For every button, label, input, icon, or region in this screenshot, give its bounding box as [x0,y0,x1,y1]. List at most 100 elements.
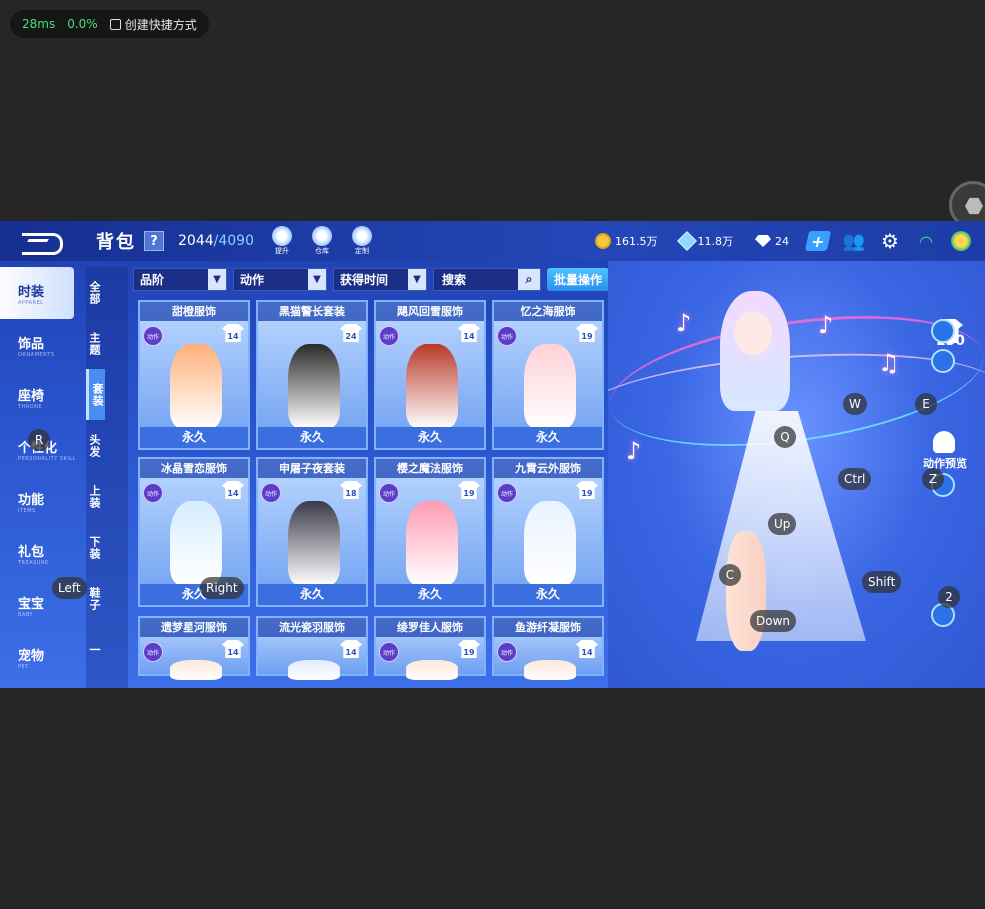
key-hint-q[interactable]: Q [774,426,796,448]
chevron-down-icon: ▼ [308,269,326,290]
capacity-max: /4090 [213,233,254,249]
create-shortcut-button[interactable]: 创建快捷方式 [109,16,197,33]
upgrade-button[interactable]: 提升 [270,226,294,256]
shirt-level-icon: 19 [576,324,598,342]
sidebar-item-items[interactable]: 功能 ITEMS [0,475,78,527]
key-hint-c[interactable]: C [719,564,741,586]
custom-label: 定制 [355,247,369,255]
shirt-level-icon: 24 [340,324,362,342]
tab-more[interactable]: 一 [86,624,102,675]
sidebar-item-throne[interactable]: 座椅 THRONE [0,371,78,423]
category-sidebar: 时装APPAREL 饰品ORNAMENTS 座椅THRONE 个性化PERSON… [0,267,78,688]
key-hint-ctrl[interactable]: Ctrl [838,468,872,490]
music-disc-icon[interactable] [931,349,955,373]
shirt-level-icon: 14 [458,324,480,342]
item-name: 冰晶雪恋服饰 [140,459,248,478]
tab-suit[interactable]: 套装 [86,369,105,420]
bag-capacity: 2044/4090 [178,233,254,249]
outfit-preview [524,660,576,680]
shirt-level-icon: 19 [458,640,480,658]
system-icons: + 👥 ⚙ ◠ [804,229,971,253]
game-logo[interactable] [22,229,70,255]
item-card[interactable]: 绫罗佳人服饰 动作 19 [374,616,486,680]
custom-button[interactable]: 定制 [350,226,374,256]
wifi-icon: ◠ [919,231,933,251]
key-hint-z[interactable]: Z [922,468,944,490]
item-card[interactable]: 樱之魔法服饰 动作 19 永久 [374,457,486,607]
friends-icon[interactable]: 👥 [843,231,865,252]
action-badge: 动作 [379,326,399,346]
shirt-level-icon: 14 [222,640,244,658]
key-hint-down[interactable]: Down [750,610,797,632]
time-select[interactable]: 获得时间 ▼ [333,268,427,291]
help-button[interactable]: ? [144,231,164,251]
key-hint-shift[interactable]: Shift [862,571,902,593]
key-hint-r[interactable]: R [28,429,50,451]
item-card[interactable]: 忆之海服饰 动作 19 永久 [492,300,604,450]
sidebar-item-pet[interactable]: 宠物 PET [0,631,78,683]
item-card[interactable]: 流光瓷羽服饰 14 [256,616,368,680]
warehouse-button[interactable]: 仓库 [310,226,334,256]
pose-preview-icon[interactable] [933,431,955,453]
key-hint-left[interactable]: Left [52,577,87,599]
key-hint-e[interactable]: E [915,393,937,415]
batch-operation-button[interactable]: 批量操作 [547,268,610,291]
sidebar-item-apparel[interactable]: 时装 APPAREL [0,267,74,319]
key-hint-right[interactable]: Right [200,577,244,599]
tickets-display[interactable]: 11.8万 [676,231,733,251]
tab-bottom[interactable]: 下装 [86,522,102,573]
sidebar-item-treasure[interactable]: 礼包 TREASURE [0,527,78,579]
world-icon[interactable] [951,231,971,251]
item-card[interactable]: 黑猫警长套装 24 永久 [256,300,368,450]
diamonds-display[interactable]: 24 [755,235,789,248]
item-name: 樱之魔法服饰 [376,459,484,478]
outfit-preview [170,660,222,680]
tab-hair[interactable]: 头发 [86,420,102,471]
ticket-icon [676,231,697,251]
music-note-icon: ♪ [818,311,834,339]
subcategory-tabs: 全部 主题 套装 头发 上装 下装 鞋子 一 [86,267,128,688]
search-icon[interactable]: ⌕ [518,269,540,290]
tab-shoes[interactable]: 鞋子 [86,573,102,624]
key-hint-2[interactable]: 2 [938,586,960,608]
permanent-label: 永久 [258,427,366,448]
item-card[interactable]: 遗梦星河服饰 动作 14 [138,616,250,680]
permanent-label: 永久 [376,427,484,448]
action-badge: 动作 [497,642,517,662]
shirt-level-icon: 19 [458,481,480,499]
shirt-level-icon: 14 [576,640,598,658]
item-card[interactable]: 申屠子夜套装 动作 18 永久 [256,457,368,607]
outfit-preview [406,344,458,428]
tab-theme[interactable]: 主题 [86,318,102,369]
item-name: 申屠子夜套装 [258,459,366,478]
top-bar: 背包 ? 2044/4090 提升 仓库 定制 161.5万 11.8万 24 … [0,221,985,261]
action-badge: 动作 [143,326,163,346]
outfit-preview [288,344,340,428]
grade-select[interactable]: 品阶 ▼ [133,268,227,291]
coin-icon [595,233,611,249]
item-name: 遗梦星河服饰 [140,618,248,637]
item-name: 黑猫警长套装 [258,302,366,321]
character-legs [726,531,766,651]
sidebar-item-ornaments[interactable]: 饰品 ORNAMENTS [0,319,78,371]
coins-value: 161.5万 [615,235,658,248]
key-hint-up[interactable]: Up [768,513,797,535]
item-card[interactable]: 飓风回雪服饰 动作 14 永久 [374,300,486,450]
car-icon[interactable] [931,319,955,343]
capacity-used: 2044 [178,233,214,249]
item-card[interactable]: 甜橙服饰 动作 14 永久 [138,300,250,450]
recharge-plus-icon[interactable]: + [804,231,832,251]
item-card[interactable]: 九霄云外服饰 动作 19 永久 [492,457,604,607]
gear-icon[interactable]: ⚙ [879,229,901,253]
key-hint-w[interactable]: W [843,393,867,415]
coins-display[interactable]: 161.5万 [595,233,658,249]
item-name: 流光瓷羽服饰 [258,618,366,637]
tab-top[interactable]: 上装 [86,471,102,522]
action-select[interactable]: 动作 ▼ [233,268,327,291]
shortcut-icon [109,18,121,30]
tab-all[interactable]: 全部 [86,267,102,318]
search-input[interactable]: 搜索 ⌕ [433,268,541,291]
permanent-label: 永久 [494,584,602,605]
filter-bar: 品阶 ▼ 动作 ▼ 获得时间 ▼ 搜索 ⌕ 批量操作 [133,268,610,291]
item-card[interactable]: 鱼游纤凝服饰 动作 14 [492,616,604,680]
